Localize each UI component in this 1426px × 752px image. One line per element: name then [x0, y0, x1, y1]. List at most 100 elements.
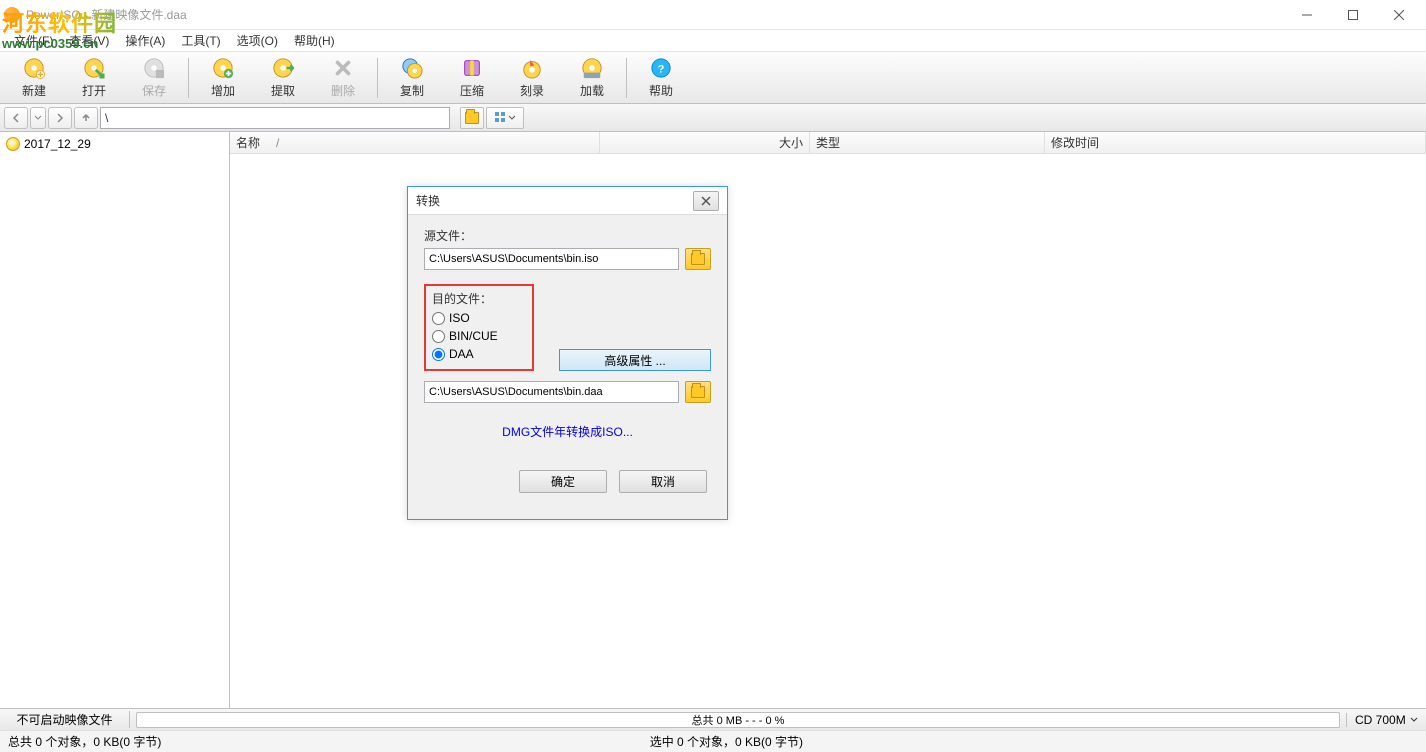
toolbar: 新建 打开 保存 增加 提取 删除 复制 压缩 刻录 加载 ? 帮助 [0, 52, 1426, 104]
cancel-button[interactable]: 取消 [619, 470, 707, 493]
extract-button[interactable]: 提取 [253, 54, 313, 102]
radio-bincue[interactable]: BIN/CUE [432, 327, 526, 345]
maximize-button[interactable] [1330, 0, 1376, 30]
extract-label: 提取 [271, 82, 295, 99]
help-icon: ? [649, 56, 673, 80]
save-label: 保存 [142, 82, 166, 99]
status-bar-info: 总共 0 个对象，0 KB(0 字节) 选中 0 个对象，0 KB(0 字节) [0, 730, 1426, 752]
tree-root-item[interactable]: 2017_12_29 [4, 136, 225, 152]
boot-status-label: 不可启动映像文件 [0, 711, 130, 728]
close-button[interactable] [1376, 0, 1422, 30]
delete-button[interactable]: 删除 [313, 54, 373, 102]
view-mode-button[interactable] [486, 107, 524, 129]
menubar: 文件(F) 查看(V) 操作(A) 工具(T) 选项(O) 帮助(H) [0, 30, 1426, 52]
folder-icon [691, 386, 705, 398]
add-icon [211, 56, 235, 80]
open-button[interactable]: 打开 [64, 54, 124, 102]
menu-options[interactable]: 选项(O) [229, 30, 286, 51]
dest-file-label: 目的文件： [432, 290, 526, 307]
folder-button[interactable] [460, 107, 484, 129]
close-icon [701, 196, 711, 206]
delete-label: 删除 [331, 82, 355, 99]
col-name[interactable]: 名称 / [230, 132, 600, 153]
selected-objects-label: 选中 0 个对象，0 KB(0 字节) [642, 733, 811, 750]
tree-root-label: 2017_12_29 [24, 137, 91, 151]
add-label: 增加 [211, 82, 235, 99]
advanced-properties-button[interactable]: 高级属性 ... [559, 349, 711, 371]
open-icon [82, 56, 106, 80]
progress-text: 总共 0 MB - - - 0 % [692, 712, 785, 728]
source-file-input[interactable] [424, 248, 679, 270]
mount-label: 加载 [580, 82, 604, 99]
menu-tools[interactable]: 工具(T) [173, 30, 228, 51]
chevron-down-icon [1410, 716, 1418, 724]
toolbar-separator-3 [626, 58, 627, 98]
titlebar: PowerISO - 新建映像文件.daa [0, 0, 1426, 30]
copy-icon [400, 56, 424, 80]
path-input[interactable] [100, 107, 450, 129]
sidebar-tree[interactable]: 2017_12_29 [0, 132, 230, 708]
dialog-title: 转换 [416, 192, 693, 209]
folder-icon [691, 253, 705, 265]
delete-icon [331, 56, 355, 80]
chevron-down-icon [508, 114, 516, 122]
menu-help[interactable]: 帮助(H) [286, 30, 343, 51]
size-progress-bar: 总共 0 MB - - - 0 % [136, 712, 1340, 728]
folder-icon [465, 112, 479, 124]
nav-back-button[interactable] [4, 107, 28, 129]
total-objects-label: 总共 0 个对象，0 KB(0 字节) [0, 733, 642, 750]
col-size[interactable]: 大小 [600, 132, 810, 153]
status-bar-progress: 不可启动映像文件 总共 0 MB - - - 0 % CD 700M [0, 708, 1426, 730]
col-modified[interactable]: 修改时间 [1045, 132, 1426, 153]
compress-button[interactable]: 压缩 [442, 54, 502, 102]
new-icon [22, 56, 46, 80]
help-button[interactable]: ? 帮助 [631, 54, 691, 102]
compress-label: 压缩 [460, 82, 484, 99]
burn-icon [520, 56, 544, 80]
dialog-close-button[interactable] [693, 191, 719, 211]
source-browse-button[interactable] [685, 248, 711, 270]
open-label: 打开 [82, 82, 106, 99]
navbar [0, 104, 1426, 132]
col-type[interactable]: 类型 [810, 132, 1045, 153]
mount-icon [580, 56, 604, 80]
save-icon [142, 56, 166, 80]
convert-dialog: 转换 源文件： 目的文件： ISO BIN/CUE DAA 高级属性 ... D… [407, 186, 728, 520]
copy-label: 复制 [400, 82, 424, 99]
new-button[interactable]: 新建 [4, 54, 64, 102]
nav-back-dropdown[interactable] [30, 107, 46, 129]
disc-capacity-selector[interactable]: CD 700M [1346, 713, 1426, 727]
svg-text:?: ? [658, 64, 665, 76]
menu-action[interactable]: 操作(A) [117, 30, 173, 51]
dialog-titlebar[interactable]: 转换 [408, 187, 727, 215]
disc-icon [6, 137, 20, 151]
help-label: 帮助 [649, 82, 673, 99]
toolbar-separator-1 [188, 58, 189, 98]
list-header: 名称 / 大小 类型 修改时间 [230, 132, 1426, 154]
toolbar-separator-2 [377, 58, 378, 98]
app-icon [4, 7, 20, 23]
new-label: 新建 [22, 82, 46, 99]
dest-file-input[interactable] [424, 381, 679, 403]
nav-forward-button[interactable] [48, 107, 72, 129]
mount-button[interactable]: 加载 [562, 54, 622, 102]
radio-iso[interactable]: ISO [432, 309, 526, 327]
minimize-button[interactable] [1284, 0, 1330, 30]
compress-icon [460, 56, 484, 80]
nav-up-button[interactable] [74, 107, 98, 129]
sort-indicator: / [276, 136, 279, 150]
burn-label: 刻录 [520, 82, 544, 99]
grid-icon [494, 111, 508, 125]
source-file-label: 源文件： [424, 227, 711, 244]
dmg-to-iso-link[interactable]: DMG文件年转换成ISO... [424, 423, 711, 440]
extract-icon [271, 56, 295, 80]
burn-button[interactable]: 刻录 [502, 54, 562, 102]
copy-button[interactable]: 复制 [382, 54, 442, 102]
dest-browse-button[interactable] [685, 381, 711, 403]
menu-view[interactable]: 查看(V) [61, 30, 117, 51]
ok-button[interactable]: 确定 [519, 470, 607, 493]
window-title: PowerISO - 新建映像文件.daa [26, 6, 1284, 23]
menu-file[interactable]: 文件(F) [6, 30, 61, 51]
add-button[interactable]: 增加 [193, 54, 253, 102]
save-button[interactable]: 保存 [124, 54, 184, 102]
